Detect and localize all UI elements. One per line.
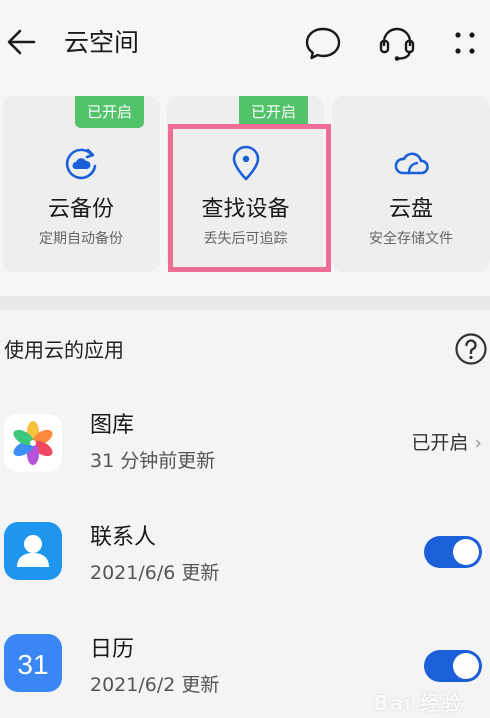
back-arrow-icon[interactable]	[4, 24, 40, 60]
status-label: 已开启	[411, 432, 469, 454]
contacts-icon	[4, 522, 62, 580]
section-title: 使用云的应用	[4, 338, 124, 362]
card-cloud-drive[interactable]: 云盘 安全存储文件	[332, 96, 490, 272]
message-icon[interactable]	[304, 24, 342, 62]
app-update-time: 2021/6/2 更新	[90, 674, 220, 696]
customer-service-icon[interactable]	[378, 24, 416, 62]
contacts-toggle[interactable]	[424, 536, 482, 568]
card-title: 云备份	[47, 197, 114, 222]
cloud-drive-icon	[392, 144, 430, 182]
gallery-icon	[4, 414, 62, 472]
card-subtitle: 安全存储文件	[369, 231, 453, 247]
app-name: 图库	[90, 413, 135, 438]
list-item-contacts[interactable]: 联系人 2021/6/6 更新	[0, 508, 490, 600]
top-bar: 云空间	[0, 0, 490, 90]
app-name: 联系人	[90, 525, 157, 550]
section-divider	[0, 296, 490, 310]
calendar-icon: 31	[4, 634, 62, 692]
toggle-knob	[453, 539, 479, 565]
page-title: 云空间	[64, 28, 140, 57]
status-badge: 已开启	[74, 96, 144, 128]
toggle-knob	[453, 653, 479, 679]
help-icon[interactable]	[454, 332, 488, 366]
calendar-toggle[interactable]	[424, 650, 482, 682]
app-update-time: 2021/6/6 更新	[90, 562, 220, 584]
app-update-time: 31 分钟前更新	[90, 450, 216, 472]
card-cloud-backup[interactable]: 已开启 云备份 定期自动备份	[2, 96, 160, 272]
gallery-status[interactable]: 已开启 ›	[411, 430, 482, 456]
list-item-gallery[interactable]: 图库 31 分钟前更新 已开启 ›	[0, 396, 490, 488]
card-subtitle: 定期自动备份	[39, 231, 123, 247]
app-name: 日历	[90, 637, 135, 662]
card-title: 云盘	[388, 197, 433, 222]
cloud-backup-icon	[62, 144, 100, 182]
highlight-box	[168, 124, 331, 272]
chevron-right-icon: ›	[474, 432, 482, 454]
watermark: Bai 经验	[373, 691, 462, 715]
more-icon[interactable]	[446, 24, 484, 62]
calendar-day: 31	[17, 649, 48, 680]
